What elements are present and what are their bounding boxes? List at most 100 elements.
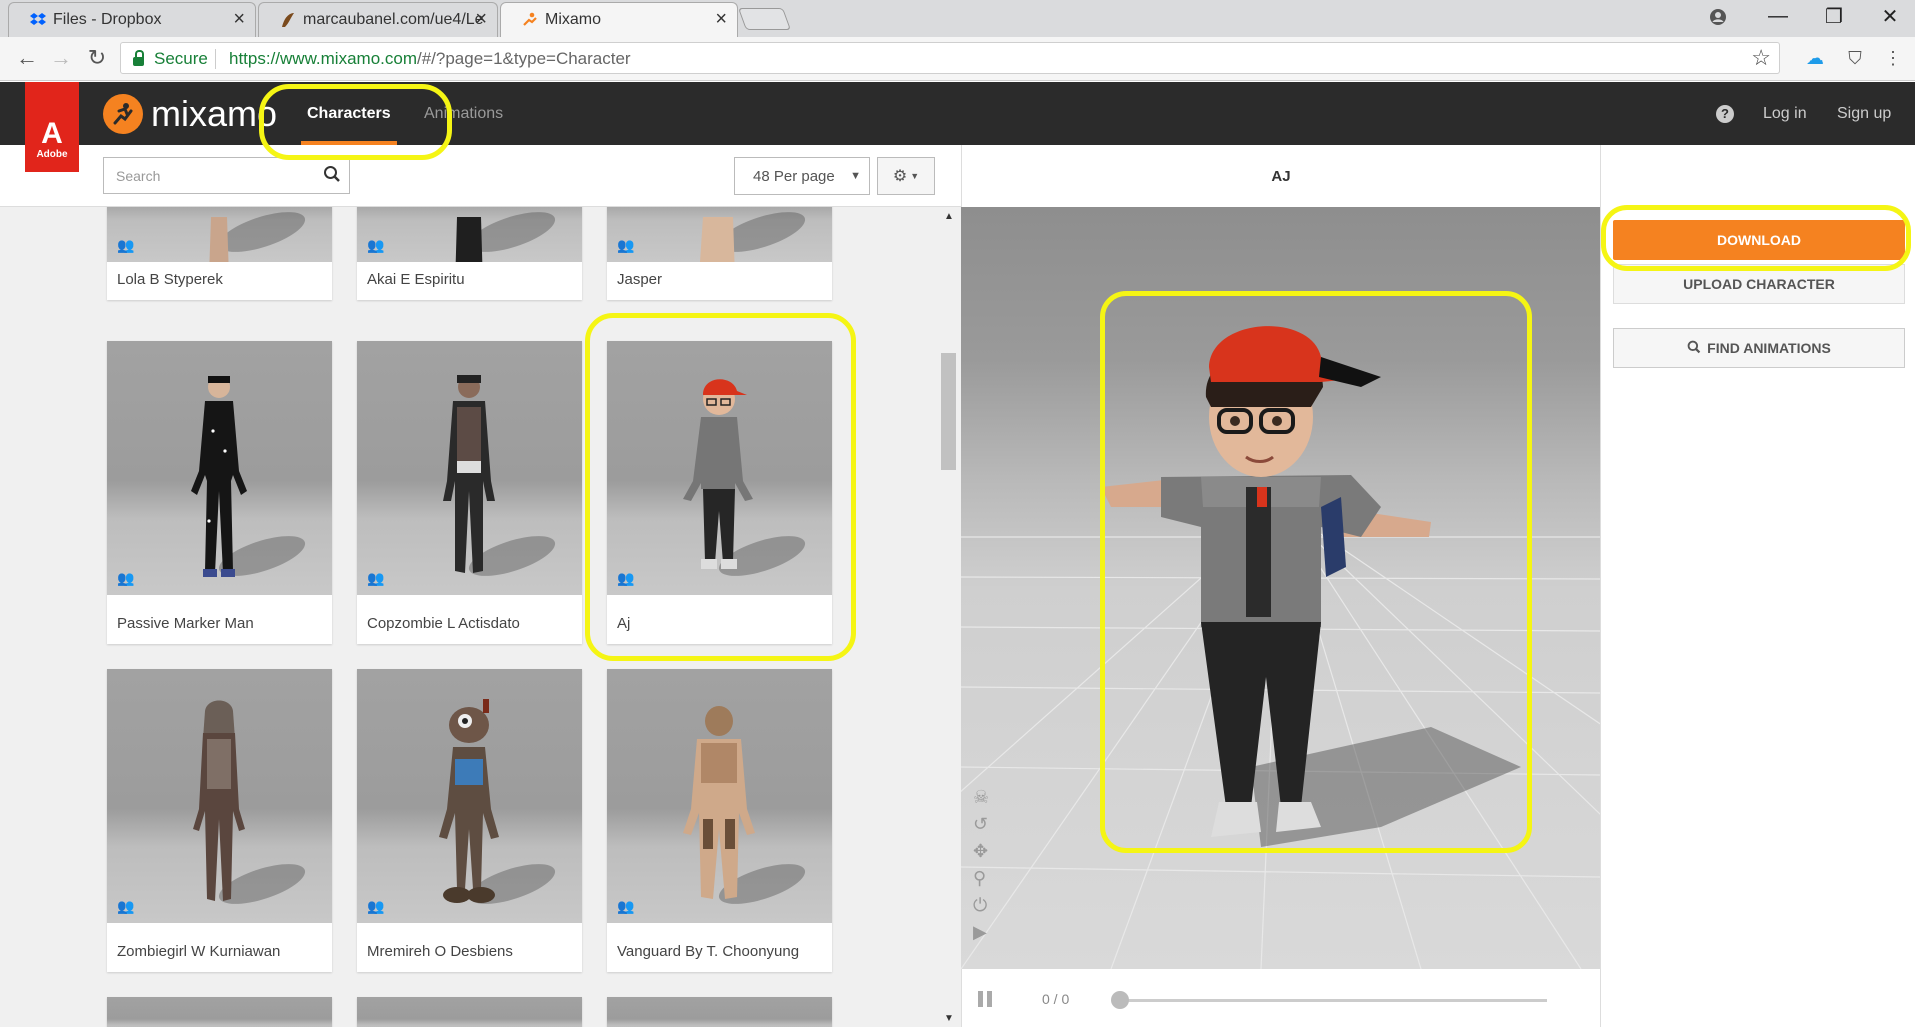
character-card[interactable]: 👥 Passive Marker Man <box>107 341 332 644</box>
character-thumbnail: 👥 <box>107 341 332 595</box>
timeline-scrubber[interactable] <box>1111 991 1129 1009</box>
cloud-extension-icon[interactable]: ☁ <box>1802 45 1828 71</box>
download-button[interactable]: DOWNLOAD <box>1613 220 1905 260</box>
people-icon: 👥 <box>617 570 635 586</box>
search-input[interactable] <box>104 158 304 193</box>
character-thumbnail: 👥 <box>607 341 832 595</box>
upload-character-button[interactable]: UPLOAD CHARACTER <box>1613 264 1905 304</box>
people-icon: 👥 <box>117 237 135 253</box>
character-card[interactable]: 👥 Zombiegirl W Kurniawan <box>107 669 332 972</box>
tab-animations[interactable]: Animations <box>424 82 503 145</box>
character-thumbnail <box>107 997 332 1027</box>
forward-icon[interactable]: → <box>46 43 76 73</box>
per-page-select[interactable]: 48 Per page ▼ <box>734 157 870 195</box>
character-name: Aj <box>617 615 631 632</box>
dropbox-icon <box>30 13 46 25</box>
minimize-icon[interactable]: — <box>1750 0 1806 33</box>
power-icon[interactable]: ⏻ <box>973 895 989 916</box>
mixamo-icon <box>523 12 537 26</box>
close-window-icon[interactable]: ✕ <box>1862 0 1915 33</box>
aj-character-model <box>1101 326 1521 847</box>
address-bar[interactable]: Secure https://www.mixamo.com/#/?page=1&… <box>120 42 1780 74</box>
back-icon[interactable]: ← <box>12 43 42 73</box>
character-name: Copzombie L Actisdato <box>367 615 520 632</box>
tab-characters[interactable]: Characters <box>301 82 397 145</box>
bookmark-star-icon[interactable]: ☆ <box>1751 45 1771 71</box>
adobe-a-icon: A <box>41 117 63 150</box>
people-icon: 👥 <box>367 898 385 914</box>
secure-indicator[interactable]: Secure <box>133 49 208 69</box>
frame-counter: 0 / 0 <box>1042 991 1070 1007</box>
site-icon <box>282 13 294 27</box>
new-tab-button[interactable] <box>737 8 792 30</box>
scrollbar-thumb[interactable] <box>941 353 956 470</box>
mixamo-header <box>0 82 1915 145</box>
find-animations-label: FIND ANIMATIONS <box>1707 340 1831 356</box>
browser-tab-mixamo[interactable]: Mixamo × <box>500 2 738 37</box>
3d-viewport[interactable]: ☠ ↺ ✥ ⚲ ⏻ ▶ <box>961 207 1600 969</box>
search-icon <box>1687 340 1701 357</box>
character-card[interactable]: 👥 Lola B Styperek <box>107 207 332 300</box>
caret-down-icon: ▼ <box>910 171 920 181</box>
character-card[interactable] <box>107 997 332 1027</box>
close-tab-icon[interactable]: × <box>233 8 245 31</box>
character-browser: 48 Per page ▼ ⚙▼ 👥 Lola B Styperek <box>0 145 961 1027</box>
url-host: https://www.mixamo.com <box>229 49 417 68</box>
restore-icon[interactable]: ❐ <box>1806 0 1862 33</box>
character-title: AJ <box>1271 167 1291 185</box>
character-figure <box>443 375 495 573</box>
character-name: Passive Marker Man <box>117 615 254 632</box>
url-divider <box>215 49 216 69</box>
people-icon: 👥 <box>617 237 635 253</box>
help-icon: ? <box>1716 104 1734 123</box>
pan-icon[interactable]: ✥ <box>973 841 989 862</box>
skeleton-icon[interactable]: ☠ <box>973 787 989 808</box>
shield-extension-icon[interactable]: ⛉ <box>1842 45 1868 71</box>
login-link[interactable]: Log in <box>1763 82 1807 145</box>
zoom-icon[interactable]: ⚲ <box>973 868 989 889</box>
url-text[interactable]: https://www.mixamo.com/#/?page=1&type=Ch… <box>229 49 631 69</box>
character-card[interactable]: 👥 Jasper <box>607 207 832 300</box>
character-card[interactable] <box>607 997 832 1027</box>
timeline-track[interactable] <box>1112 999 1547 1002</box>
search-toolbar: 48 Per page ▼ ⚙▼ <box>0 145 961 207</box>
tab-animations-label: Animations <box>424 104 504 122</box>
grid-scrollbar[interactable]: ▲ ▼ <box>941 207 961 1027</box>
animation-timeline: 0 / 0 <box>961 969 1600 1027</box>
character-card[interactable] <box>357 997 582 1027</box>
account-icon[interactable] <box>1690 0 1746 33</box>
character-card[interactable]: 👥 Mremireh O Desbiens <box>357 669 582 972</box>
url-path: /#/?page=1&type=Character <box>417 49 631 68</box>
tab-title: marcaubanel.com/ue4/Le <box>303 11 484 28</box>
search-icon[interactable] <box>323 165 341 188</box>
reload-icon[interactable]: ↻ <box>82 43 112 73</box>
action-sidebar: DOWNLOAD UPLOAD CHARACTER FIND ANIMATION… <box>1600 145 1915 1027</box>
character-card-selected[interactable]: 👥 Aj <box>607 341 832 644</box>
close-tab-icon[interactable]: × <box>715 8 727 31</box>
character-card[interactable]: 👥 Akai E Espiritu <box>357 207 582 300</box>
scroll-up-arrow-icon[interactable]: ▲ <box>944 211 954 222</box>
find-animations-button[interactable]: FIND ANIMATIONS <box>1613 328 1905 368</box>
signup-link[interactable]: Sign up <box>1837 82 1891 145</box>
per-page-value: 48 Per page <box>753 167 835 185</box>
menu-kebab-icon[interactable]: ⋮ <box>1880 45 1906 71</box>
browser-tab-dropbox[interactable]: Files - Dropbox × <box>8 2 256 37</box>
scroll-down-arrow-icon[interactable]: ▼ <box>944 1013 954 1024</box>
camera-icon[interactable]: ▶ <box>973 922 989 943</box>
character-card[interactable]: 👥 Copzombie L Actisdato <box>357 341 582 644</box>
help-button[interactable]: ? <box>1716 82 1734 145</box>
character-thumbnail: 👥 <box>357 207 582 262</box>
mixamo-logo[interactable]: mixamo <box>103 93 277 135</box>
upload-label: UPLOAD CHARACTER <box>1683 276 1835 292</box>
adobe-logo[interactable]: A Adobe <box>25 82 79 172</box>
close-tab-icon[interactable]: × <box>475 8 487 31</box>
character-name: Akai E Espiritu <box>367 271 465 288</box>
settings-dropdown[interactable]: ⚙ ▼ <box>877 157 935 195</box>
browser-tab-marcaubanel[interactable]: marcaubanel.com/ue4/Le × <box>258 2 498 37</box>
chevron-down-icon: ▼ <box>850 170 861 182</box>
reset-view-icon[interactable]: ↺ <box>973 814 989 835</box>
pause-icon[interactable] <box>978 991 994 1007</box>
character-figure <box>700 217 735 262</box>
character-card[interactable]: 👥 Vanguard By T. Choonyung <box>607 669 832 972</box>
mixamo-wordmark: mixamo <box>151 93 278 134</box>
